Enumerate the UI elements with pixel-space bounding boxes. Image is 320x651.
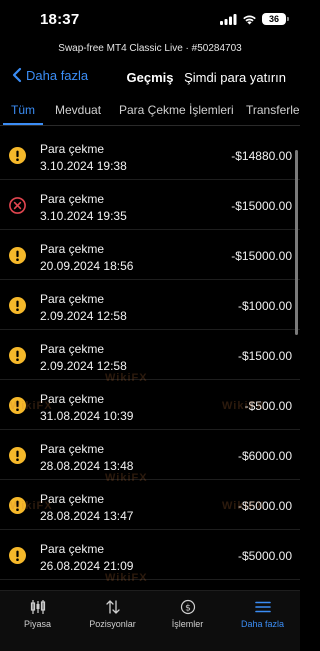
transaction-date: 20.09.2024 18:56 <box>40 259 134 273</box>
status-time: 18:37 <box>40 11 80 28</box>
transaction-type: Para çekme <box>40 242 105 256</box>
transaction-row[interactable]: Para çekme 2.09.2024 12:58 -$1500.00 <box>0 330 300 380</box>
tab-deposits[interactable]: Mevduat <box>55 103 101 117</box>
bottom-tab-label: Piyasa <box>23 619 51 629</box>
warning-icon <box>9 497 26 514</box>
transaction-date: 26.08.2024 21:09 <box>40 559 134 573</box>
status-icons: 36 <box>220 13 289 25</box>
transaction-type: Para çekme <box>40 192 105 206</box>
updown-arrows-icon <box>105 600 120 614</box>
tab-all[interactable]: Tüm <box>11 103 35 117</box>
warning-icon <box>9 147 26 164</box>
transaction-date: 28.08.2024 13:48 <box>40 459 134 473</box>
transaction-type: Para çekme <box>40 492 105 506</box>
svg-text:$: $ <box>185 604 191 614</box>
warning-icon <box>9 247 26 264</box>
transaction-row[interactable]: Para çekme 28.08.2024 13:47 -$5000.00 <box>0 480 300 530</box>
transaction-amount: -$1000.00 <box>237 299 292 313</box>
signal-icon <box>220 13 237 25</box>
bottom-tab-trades[interactable]: $ İşlemler <box>150 599 225 629</box>
transaction-row[interactable]: Para çekme 20.09.2024 18:56 -$15000.00 <box>0 230 300 280</box>
transaction-type: Para çekme <box>40 342 105 356</box>
battery-level: 36 <box>268 14 279 24</box>
transaction-amount: -$500.00 <box>244 399 292 413</box>
warning-icon <box>9 297 26 314</box>
warning-icon <box>9 347 26 364</box>
candlestick-icon <box>30 600 45 614</box>
transaction-row[interactable]: Para çekme 3.10.2024 19:35 -$15000.00 <box>0 180 300 230</box>
transaction-amount: -$6000.00 <box>237 449 292 463</box>
transaction-amount: -$5000.00 <box>237 549 292 563</box>
transaction-date: 31.08.2024 10:39 <box>40 409 134 423</box>
deposit-now-link[interactable]: Şimdi para yatırın <box>184 70 286 85</box>
transaction-type: Para çekme <box>40 392 105 406</box>
bottom-tab-label: Daha fazla <box>240 619 285 629</box>
transaction-type: Para çekme <box>40 442 105 456</box>
bottom-tab-more[interactable]: Daha fazla <box>225 599 300 629</box>
cancel-icon <box>9 197 26 214</box>
bottom-tab-positions[interactable]: Pozisyonlar <box>75 599 150 629</box>
wifi-icon <box>243 15 256 24</box>
scrollbar[interactable] <box>295 150 298 335</box>
transaction-amount: -$15000.00 <box>231 249 292 263</box>
bottom-tab-market[interactable]: Piyasa <box>0 599 75 629</box>
transaction-type: Para çekme <box>40 292 105 306</box>
battery-icon: 36 <box>262 13 289 25</box>
transaction-type: Para çekme <box>40 142 105 156</box>
transaction-type: Para çekme <box>40 542 105 556</box>
filter-tabs: Tüm Mevduat Para Çekme İşlemleri Transfe… <box>0 98 300 126</box>
transaction-amount: -$1500.00 <box>237 349 292 363</box>
tab-transfers[interactable]: Transferle <box>246 103 300 117</box>
transaction-row[interactable]: Para çekme 26.08.2024 21:09 -$5000.00 <box>0 530 300 580</box>
warning-icon <box>9 547 26 564</box>
active-tab-indicator <box>3 123 43 125</box>
transaction-date: 28.08.2024 13:47 <box>40 509 134 523</box>
transaction-date: 2.09.2024 12:58 <box>40 309 127 323</box>
account-line: Swap-free MT4 Classic Live · #50284703 <box>58 43 242 54</box>
bottom-tab-bar: Piyasa Pozisyonlar $ İşlemler Daha fazla <box>0 590 300 651</box>
status-bar: 18:37 36 <box>0 0 300 40</box>
dollar-coin-icon: $ <box>180 599 195 615</box>
bottom-tab-label: İşlemler <box>171 619 204 629</box>
tab-withdrawals[interactable]: Para Çekme İşlemleri <box>119 103 234 117</box>
bottom-tab-label: Pozisyonlar <box>89 619 136 629</box>
transaction-date: 3.10.2024 19:35 <box>40 209 127 223</box>
transaction-row[interactable]: Para çekme 31.08.2024 10:39 -$500.00 <box>0 380 300 430</box>
nav-bar: Daha fazla Geçmiş Şimdi para yatırın <box>0 62 300 92</box>
transaction-row[interactable]: Para çekme 28.08.2024 13:48 -$6000.00 <box>0 430 300 480</box>
warning-icon <box>9 447 26 464</box>
transaction-list: Para çekme 3.10.2024 19:38 -$14880.00 Para … <box>0 130 300 580</box>
warning-icon <box>9 397 26 414</box>
transaction-date: 2.09.2024 12:58 <box>40 359 127 373</box>
transaction-amount: -$5000.00 <box>237 499 292 513</box>
transaction-amount: -$15000.00 <box>231 199 292 213</box>
menu-icon <box>254 601 271 613</box>
transaction-amount: -$14880.00 <box>231 149 292 163</box>
transaction-date: 3.10.2024 19:38 <box>40 159 127 173</box>
transaction-row[interactable]: Para çekme 2.09.2024 12:58 -$1000.00 <box>0 280 300 330</box>
transaction-row[interactable]: Para çekme 3.10.2024 19:38 -$14880.00 <box>0 130 300 180</box>
